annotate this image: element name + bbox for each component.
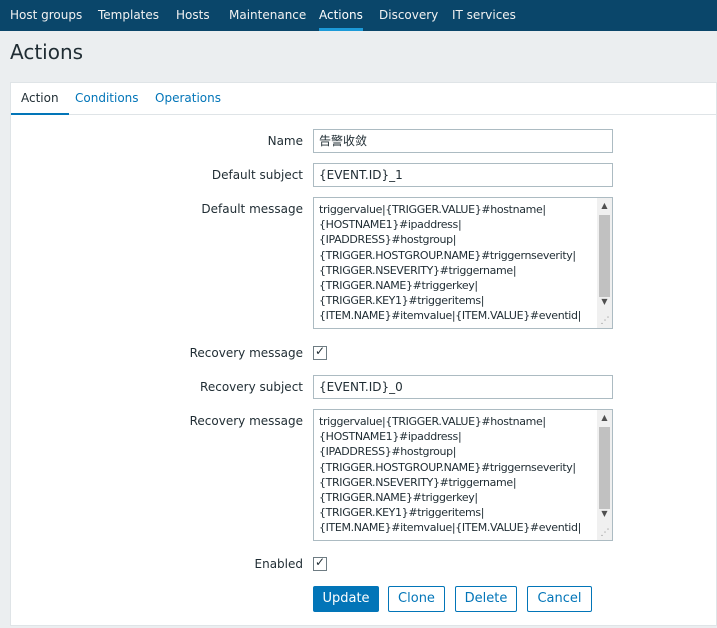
check-icon: ✓ (314, 555, 326, 569)
page-title: Actions (10, 40, 84, 64)
nav-item-templates[interactable]: Templates (98, 0, 159, 31)
tab-operations[interactable]: Operations (145, 83, 231, 115)
default-subject-field[interactable]: {EVENT.ID}_1 (313, 163, 613, 187)
chevron-down-icon[interactable]: ▼ (597, 294, 612, 310)
top-navigation: Host groups Templates Hosts Maintenance … (0, 0, 717, 31)
delete-button[interactable]: Delete (455, 586, 517, 612)
tab-action[interactable]: Action (11, 83, 69, 115)
nav-item-maintenance[interactable]: Maintenance (229, 0, 306, 31)
enabled-label: Enabled (254, 557, 304, 571)
nav-item-actions[interactable]: Actions (319, 0, 363, 31)
recovery-message-checkbox[interactable]: ✓ (313, 344, 327, 360)
resize-grip-icon[interactable]: ⋰ (599, 527, 611, 539)
default-subject-label: Default subject (211, 168, 303, 182)
default-message-text: triggervalue|{TRIGGER.VALUE}#hostname| {… (319, 203, 581, 323)
scroll-thumb[interactable] (599, 215, 610, 297)
name-field[interactable]: 告警收敛 (313, 129, 613, 153)
nav-item-hosts[interactable]: Hosts (176, 0, 210, 31)
action-form-panel: Action Conditions Operations Name 告警收敛 D… (10, 82, 717, 626)
default-message-scrollbar[interactable]: ▲ ▼ (597, 198, 612, 328)
default-message-textarea[interactable]: triggervalue|{TRIGGER.VALUE}#hostname| {… (313, 197, 613, 329)
resize-grip-icon[interactable]: ⋰ (599, 315, 611, 327)
recovery-message-scrollbar[interactable]: ▲ ▼ (597, 410, 612, 540)
cancel-button[interactable]: Cancel (527, 586, 592, 612)
chevron-down-icon[interactable]: ▼ (597, 506, 612, 522)
tab-bar: Action Conditions Operations (11, 83, 716, 115)
recovery-subject-label: Recovery subject (200, 380, 303, 394)
update-button[interactable]: Update (313, 586, 379, 612)
nav-item-it-services[interactable]: IT services (452, 0, 516, 31)
clone-button[interactable]: Clone (388, 586, 445, 612)
default-message-label: Default message (201, 202, 303, 216)
tab-conditions[interactable]: Conditions (65, 83, 149, 115)
recovery-message-label: Recovery message (189, 414, 303, 428)
recovery-message-checkbox-label: Recovery message (189, 346, 303, 360)
scroll-thumb[interactable] (599, 427, 610, 509)
recovery-subject-field[interactable]: {EVENT.ID}_0 (313, 375, 613, 399)
chevron-up-icon[interactable]: ▲ (597, 198, 612, 214)
chevron-up-icon[interactable]: ▲ (597, 410, 612, 426)
nav-item-discovery[interactable]: Discovery (379, 0, 438, 31)
recovery-message-text: triggervalue|{TRIGGER.VALUE}#hostname| {… (319, 415, 581, 535)
nav-item-host-groups[interactable]: Host groups (10, 0, 82, 31)
check-icon: ✓ (314, 344, 326, 358)
name-label: Name (267, 134, 303, 148)
enabled-checkbox[interactable]: ✓ (313, 555, 327, 571)
recovery-message-textarea[interactable]: triggervalue|{TRIGGER.VALUE}#hostname| {… (313, 409, 613, 541)
